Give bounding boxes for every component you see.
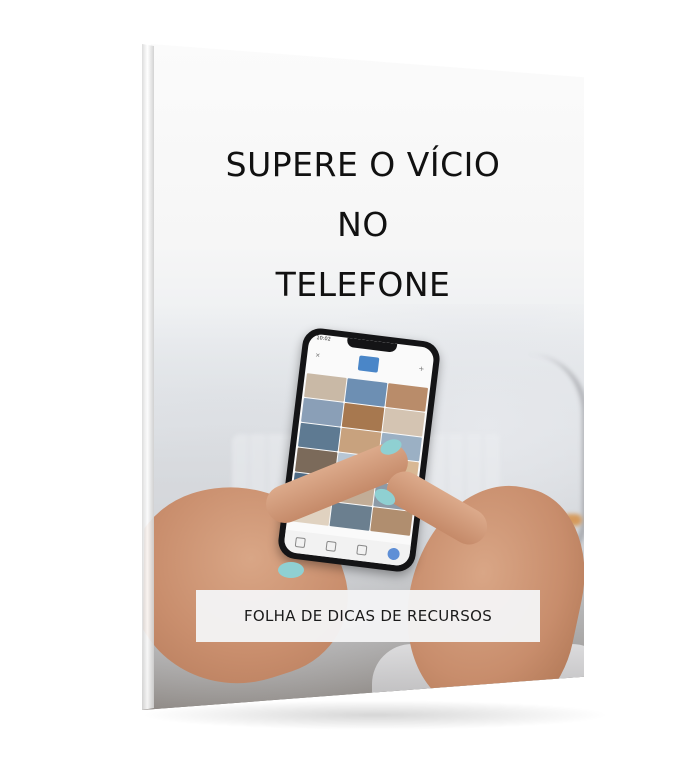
subtitle-banner: FOLHA DE DICAS DE RECURSOS [196, 590, 540, 642]
photo-tile [329, 502, 373, 531]
plus-icon: + [417, 364, 425, 374]
edit-fab-icon [386, 547, 400, 561]
title-line-3: TELEFONE [275, 265, 451, 304]
title-line-2: NO [337, 205, 389, 244]
photo-tile [341, 402, 385, 432]
photo-tile [385, 383, 429, 412]
close-icon: ✕ [314, 351, 321, 360]
status-time: 10:02 [315, 334, 332, 343]
photo-tile [382, 407, 426, 437]
photo-tile [344, 378, 388, 407]
smartphone: 10:02 ✕ + [276, 326, 442, 574]
book-cover: 10:02 ✕ + SUPERE O VÍCIO NO TELEFONE FOL… [142, 44, 584, 710]
phone-notch [346, 337, 398, 353]
grid-icon [294, 536, 306, 549]
title-line-1: SUPERE O VÍCIO [225, 145, 501, 184]
left-finger-nail [278, 562, 304, 578]
cover-title: SUPERE O VÍCIO NO TELEFONE [142, 148, 584, 306]
photo-tile [297, 422, 341, 452]
subtitle-text: FOLHA DE DICAS DE RECURSOS [243, 607, 493, 625]
heart-icon [324, 540, 337, 552]
book-mockup-stage: 10:02 ✕ + SUPERE O VÍCIO NO TELEFONE FOL… [0, 0, 700, 762]
phone-screen: 10:02 ✕ + [283, 333, 435, 567]
photo-tile [301, 397, 344, 427]
book-spine [142, 44, 154, 710]
photo-tile [304, 373, 347, 402]
profile-avatar [357, 355, 380, 373]
layout-icon [355, 544, 367, 556]
